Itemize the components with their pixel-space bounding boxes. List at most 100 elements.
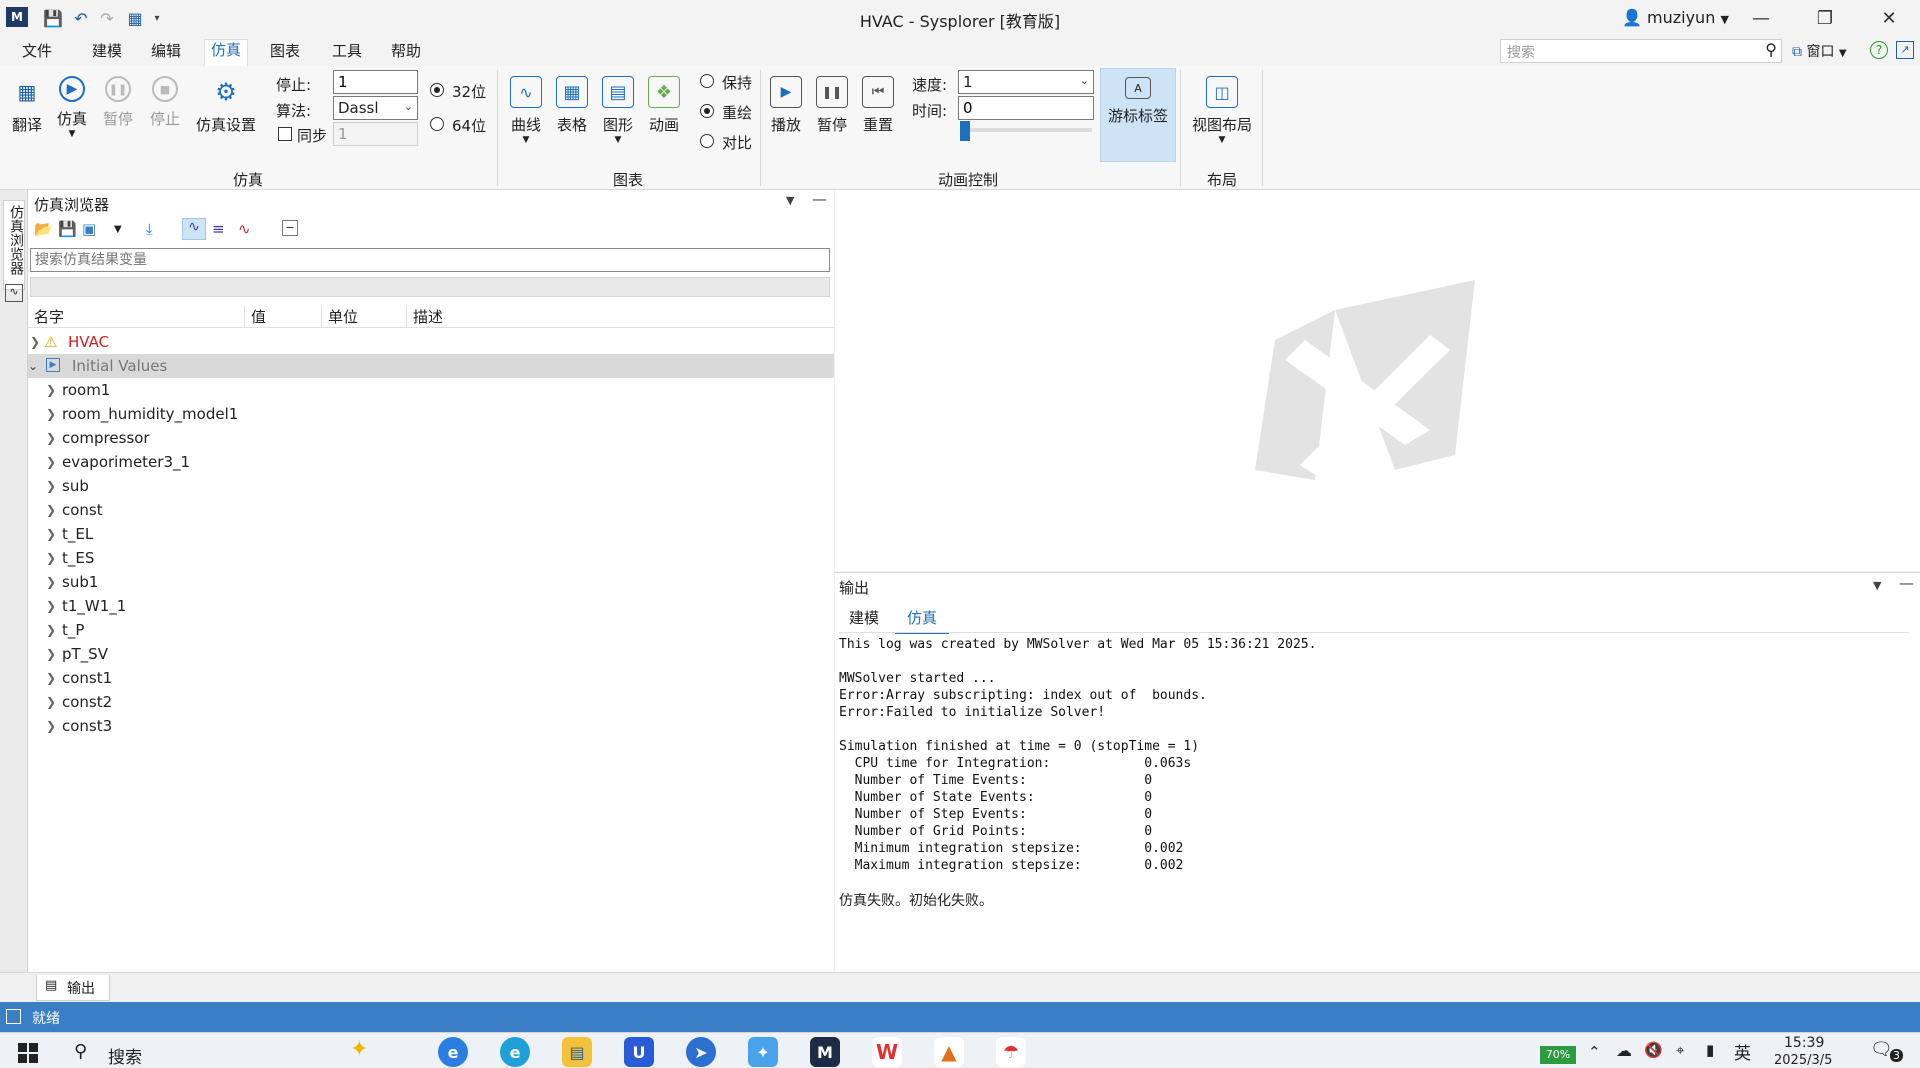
table-button[interactable]: ▦ 表格 — [550, 76, 594, 135]
view-layout-button[interactable]: ◫ 视图布局 ▼ — [1188, 76, 1256, 145]
variable-search-input[interactable] — [30, 248, 830, 272]
tree-item[interactable]: ❯ evaporimeter3_1 — [28, 450, 834, 474]
curve-button[interactable]: ∿ 曲线 ▼ — [504, 76, 548, 145]
column-unit[interactable]: 单位 — [321, 306, 358, 328]
vtab-sim-browser[interactable]: 仿真浏览器 — [3, 200, 25, 290]
tree-initial-values[interactable]: ⌄ ▶ Initial Values — [28, 354, 834, 378]
panel-minimize-icon[interactable]: — — [812, 190, 827, 208]
bit64-radio[interactable] — [430, 117, 444, 131]
taskbar-matlab-icon[interactable]: ▲ — [934, 1037, 964, 1067]
tree-item[interactable]: ❯ sub — [28, 474, 834, 498]
cursor-label-button[interactable]: A 游标标签 — [1100, 68, 1176, 162]
panel-menu-icon[interactable]: ▼ — [1873, 579, 1881, 592]
tree-root-hvac[interactable]: ❯ ⚠ HVAC — [28, 330, 834, 354]
help-icon[interactable]: ? — [1870, 41, 1888, 59]
tree-item[interactable]: ❯ const2 — [28, 690, 834, 714]
tree-item[interactable]: ❯ const — [28, 498, 834, 522]
wave-icon[interactable]: ∿ — [238, 220, 251, 238]
tree-item[interactable]: ❯ t_P — [28, 618, 834, 642]
algorithm-select[interactable]: Dassl ⌄ — [333, 96, 418, 120]
taskbar-edge-icon[interactable]: e — [500, 1037, 530, 1067]
tree-item[interactable]: ❯ const3 — [28, 714, 834, 738]
pause-button[interactable]: ❚❚ 暂停 — [96, 76, 140, 129]
menu-edit[interactable]: 编辑 — [145, 41, 187, 67]
tree-item[interactable]: ❯ const1 — [28, 666, 834, 690]
search-box[interactable]: 搜索 ⚲ — [1500, 39, 1782, 63]
output-tab-model[interactable]: 建模 — [849, 607, 879, 628]
sim-settings-button[interactable]: ⚙ 仿真设置 — [194, 76, 258, 135]
windows-start-icon[interactable] — [18, 1043, 38, 1063]
dropdown-icon[interactable]: ▼ — [114, 224, 122, 235]
tree-item[interactable]: ❯ t1_W1_1 — [28, 594, 834, 618]
input-language[interactable]: 英 — [1734, 1039, 1751, 1064]
chart-tab-icon[interactable]: ∿ — [5, 284, 23, 302]
translate-button[interactable]: ▦ 翻译 — [5, 76, 49, 135]
time-input[interactable] — [958, 96, 1094, 120]
taskbar-search[interactable]: ⚲ 搜索 ✦ — [60, 1037, 420, 1068]
save-icon[interactable]: 💾 — [58, 220, 77, 238]
taskbar-sysplorer-icon[interactable]: M — [810, 1037, 840, 1067]
bit32-radio[interactable] — [430, 83, 444, 97]
tree-item[interactable]: ❯ pT_SV — [28, 642, 834, 666]
chart-canvas[interactable] — [835, 190, 1920, 571]
tree-item[interactable]: ❯ room_humidity_model1 — [28, 402, 834, 426]
sync-checkbox[interactable] — [278, 127, 292, 141]
time-slider-track[interactable] — [962, 128, 1092, 132]
stop-button[interactable]: ■ 停止 — [143, 76, 187, 129]
window-menu[interactable]: ⧉ 窗口 ▼ — [1792, 41, 1847, 61]
animation-button[interactable]: ❖ 动画 — [642, 76, 686, 135]
menu-file[interactable]: 文件 — [16, 41, 58, 67]
speed-select[interactable]: 1 ⌄ — [958, 70, 1094, 94]
output-tab-simulation[interactable]: 仿真 — [895, 603, 950, 634]
taskbar-app-5-icon[interactable]: ➤ — [686, 1037, 716, 1067]
clock-time[interactable]: 15:39 — [1784, 1035, 1824, 1051]
chevron-up-icon[interactable]: ⌃ — [1588, 1043, 1601, 1061]
volume-muted-icon[interactable]: 🔇 — [1644, 1041, 1663, 1059]
menu-model[interactable]: 建模 — [86, 41, 128, 67]
taskbar-app-1-icon[interactable]: e — [438, 1037, 468, 1067]
play-button[interactable]: ▶ 播放 — [764, 76, 808, 135]
battery-indicator[interactable]: 70% — [1540, 1046, 1576, 1064]
restore-button[interactable]: ❐ — [1796, 0, 1854, 36]
minimize-button[interactable]: — — [1732, 0, 1790, 36]
menu-tools[interactable]: 工具 — [326, 41, 368, 67]
graphic-button[interactable]: ▤ 图形 ▼ — [596, 76, 640, 145]
export-image-icon[interactable]: ▣ — [82, 220, 96, 238]
user-account[interactable]: 👤 muziyun ▼ — [1622, 8, 1729, 27]
stop-time-input[interactable] — [333, 70, 418, 94]
anim-pause-button[interactable]: ❚❚ 暂停 — [810, 76, 854, 135]
simulate-button[interactable]: ▶ 仿真 ▼ — [50, 76, 94, 139]
close-button[interactable]: ✕ — [1860, 0, 1918, 36]
clock-date[interactable]: 2025/3/5 — [1774, 1053, 1832, 1067]
redraw-radio[interactable] — [700, 104, 714, 118]
import-data-icon[interactable]: ⤓ — [146, 220, 153, 238]
column-value[interactable]: 值 — [244, 306, 266, 328]
taskbar-app-4-icon[interactable]: U — [624, 1037, 654, 1067]
battery-icon[interactable]: ▮ — [1706, 1041, 1714, 1059]
open-folder-icon[interactable]: 📂 — [34, 220, 53, 238]
taskbar-app-6-icon[interactable]: ✦ — [748, 1037, 778, 1067]
pin-icon[interactable]: ↗ — [1896, 41, 1914, 59]
cloud-icon[interactable]: ☁ — [1616, 1041, 1632, 1060]
keep-radio[interactable] — [700, 74, 714, 88]
wifi-icon[interactable]: ⌖ — [1676, 1041, 1684, 1059]
tree-item[interactable]: ❯ sub1 — [28, 570, 834, 594]
compare-radio[interactable] — [700, 134, 714, 148]
bottom-output-tab[interactable]: ▤ 输出 — [36, 975, 110, 1001]
panel-minimize-icon[interactable]: — — [1899, 574, 1914, 592]
tree-item[interactable]: ❯ compressor — [28, 426, 834, 450]
taskbar-explorer-icon[interactable]: ▤ — [562, 1037, 592, 1067]
tree-item[interactable]: ❯ room1 — [28, 378, 834, 402]
tree-item[interactable]: ❯ t_EL — [28, 522, 834, 546]
time-slider-handle[interactable] — [960, 121, 970, 141]
column-name[interactable]: 名字 — [34, 306, 64, 327]
reset-button[interactable]: ⏮ 重置 — [856, 76, 900, 135]
column-desc[interactable]: 描述 — [406, 306, 443, 328]
panel-menu-icon[interactable]: ▼ — [786, 194, 794, 207]
menu-simulation[interactable]: 仿真 — [204, 39, 249, 67]
collapse-all-icon[interactable]: − — [282, 220, 298, 236]
taskbar-wps-icon[interactable]: W — [872, 1037, 902, 1067]
menu-chart[interactable]: 图表 — [264, 41, 306, 67]
list-view-icon[interactable]: ≡ — [212, 220, 225, 238]
curve-view-icon[interactable]: ∿ — [182, 218, 206, 240]
